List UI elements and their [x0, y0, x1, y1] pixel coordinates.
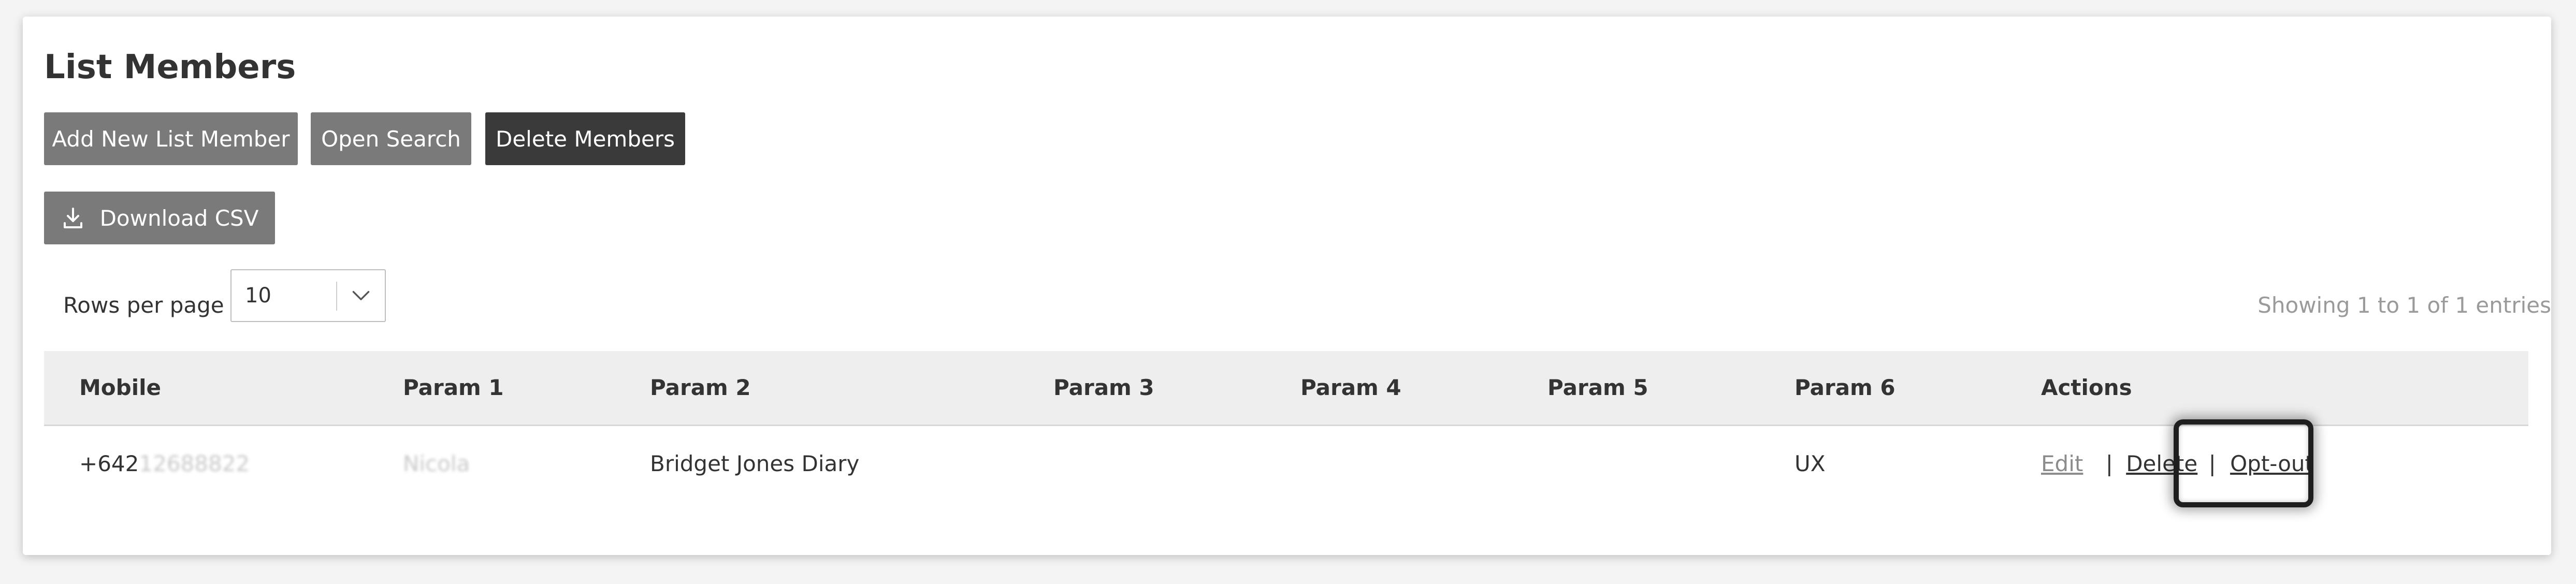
header-param-5[interactable]: Param 5: [1547, 351, 1648, 425]
header-param-6[interactable]: Param 6: [1794, 351, 1895, 425]
download-csv-button[interactable]: Download CSV: [44, 192, 275, 244]
cell-param-1: Nicola: [403, 451, 470, 476]
entries-count: Showing 1 to 1 of 1 entries: [2257, 293, 2551, 318]
download-csv-label: Download CSV: [99, 205, 259, 231]
rows-per-page-label: Rows per page: [63, 293, 224, 318]
open-search-button[interactable]: Open Search: [311, 112, 471, 165]
cell-param-2: Bridget Jones Diary: [650, 451, 860, 476]
header-param-3[interactable]: Param 3: [1053, 351, 1154, 425]
action-separator: |: [2105, 451, 2113, 476]
select-divider: [336, 282, 337, 311]
opt-out-link[interactable]: Opt-out: [2230, 451, 2313, 476]
header-param-2[interactable]: Param 2: [650, 351, 751, 425]
delete-members-button[interactable]: Delete Members: [485, 112, 685, 165]
cell-param-6: UX: [1794, 451, 1826, 476]
mobile-prefix: +642: [79, 451, 139, 476]
cell-mobile: +64212688822: [79, 426, 250, 501]
mobile-redacted: 12688822: [139, 451, 250, 476]
page-title: List Members: [44, 48, 296, 86]
chevron-down-icon[interactable]: [348, 286, 374, 306]
rows-per-page-select[interactable]: 10: [230, 269, 386, 322]
download-icon: [63, 208, 82, 228]
add-list-member-button[interactable]: Add New List Member: [44, 112, 298, 165]
header-mobile[interactable]: Mobile: [79, 351, 161, 425]
delete-link[interactable]: Delete: [2126, 451, 2197, 476]
table-row: +64212688822 Nicola Bridget Jones Diary …: [44, 426, 2528, 501]
edit-link[interactable]: Edit: [2041, 451, 2083, 476]
table-header: Mobile Param 1 Param 2 Param 3 Param 4 P…: [44, 351, 2528, 426]
rows-per-page-value: 10: [245, 284, 271, 308]
header-param-4[interactable]: Param 4: [1300, 351, 1401, 425]
header-param-1[interactable]: Param 1: [403, 351, 504, 425]
action-separator: |: [2208, 451, 2216, 476]
cell-actions: Edit | Delete | Opt-out: [2041, 426, 2313, 501]
header-actions: Actions: [2041, 375, 2132, 400]
